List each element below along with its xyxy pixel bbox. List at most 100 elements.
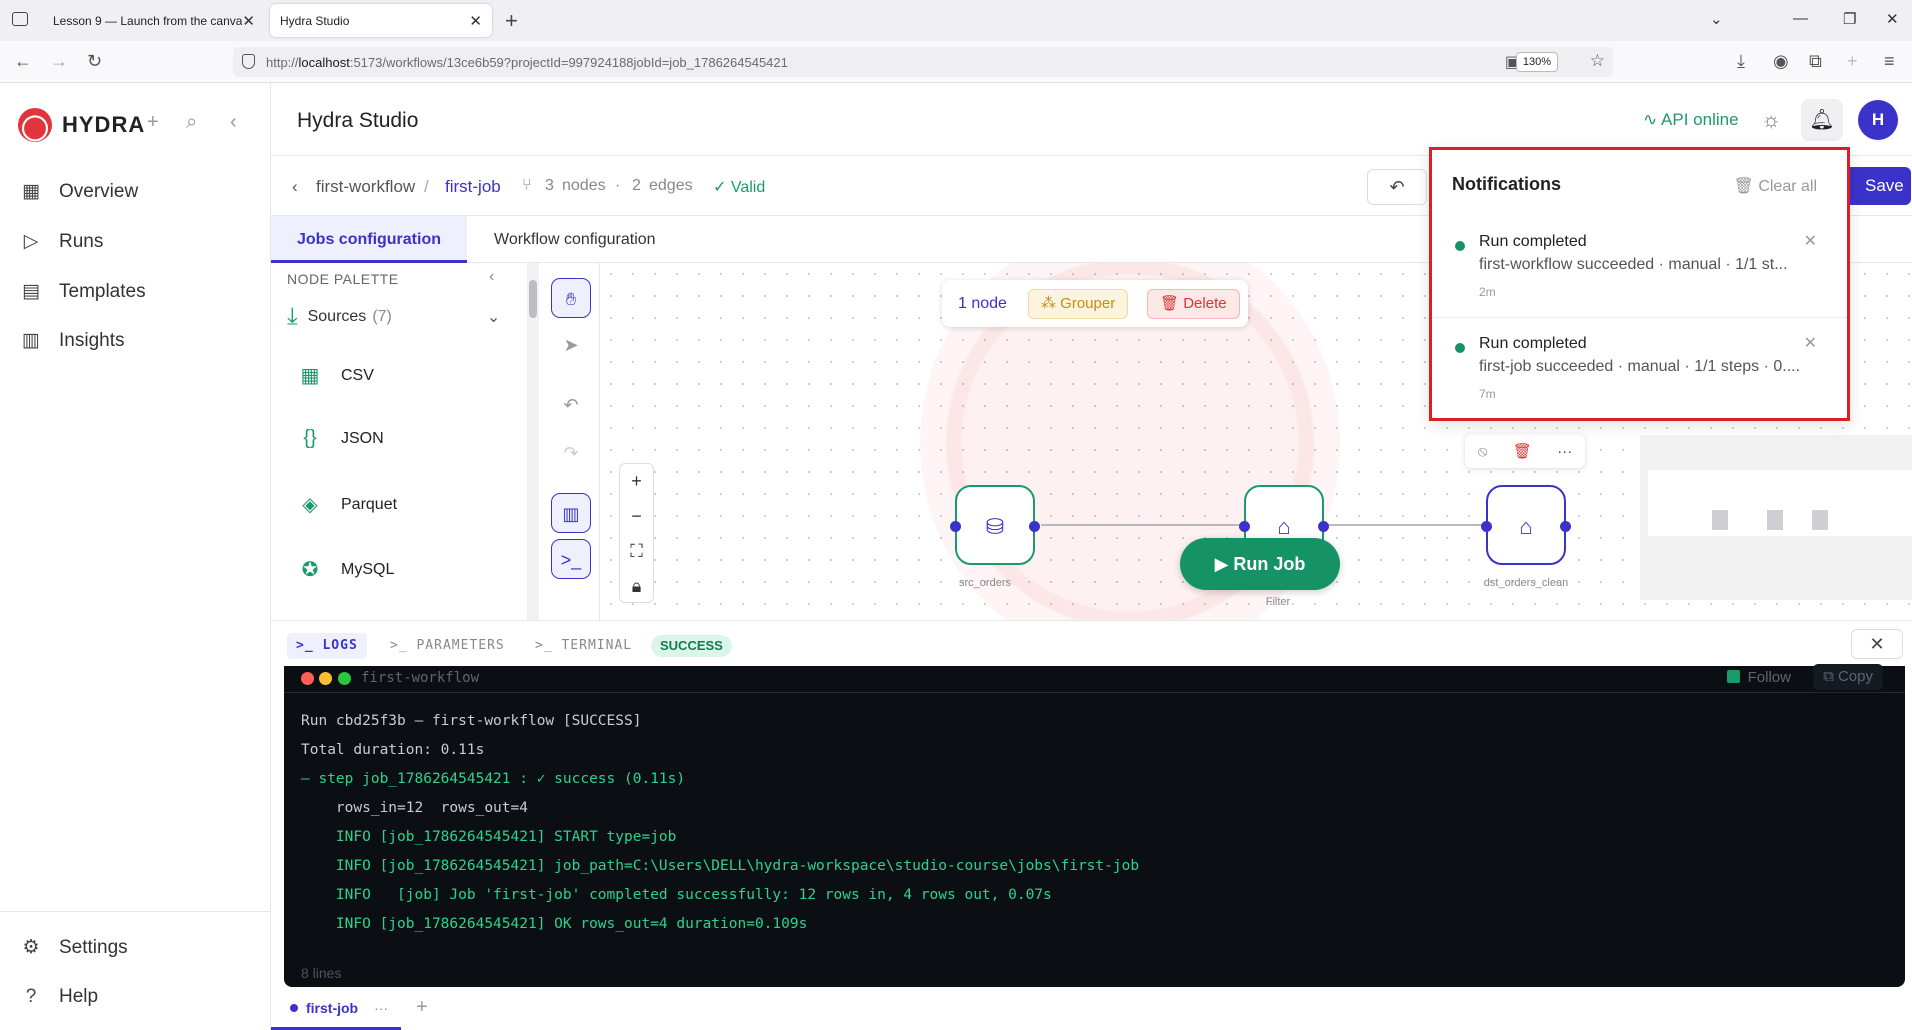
clear-all-button[interactable]: 🗑︎ Clear all bbox=[1734, 176, 1817, 196]
close-tab-icon[interactable]: ✕ bbox=[242, 12, 255, 30]
zoom-in-icon[interactable]: + bbox=[620, 464, 653, 499]
palette-section-sources[interactable]: ⤓ Sources (7) ⌄ bbox=[287, 303, 500, 331]
zoom-level[interactable]: 130% bbox=[1515, 52, 1558, 72]
output-port[interactable] bbox=[1560, 521, 1571, 532]
tab-overflow-icon[interactable]: ⌄ bbox=[1710, 10, 1723, 28]
browser-tab-lesson[interactable]: Lesson 9 — Launch from the canva ✕ bbox=[43, 4, 265, 37]
dismiss-icon[interactable]: ✕ bbox=[1804, 333, 1817, 353]
output-port[interactable] bbox=[1318, 521, 1329, 532]
select-tool-button[interactable]: ➤ bbox=[551, 325, 591, 365]
account-icon[interactable]: ◉ bbox=[1773, 51, 1789, 72]
notification-item[interactable]: Run completed first-job succeeded · manu… bbox=[1432, 317, 1847, 418]
sidebar-item-settings[interactable]: ⚙ Settings bbox=[20, 928, 127, 968]
follow-toggle[interactable]: Follow bbox=[1726, 669, 1791, 686]
sidebar-item-insights[interactable]: ▥ Insights bbox=[20, 321, 124, 361]
notification-item[interactable]: Run completed first-workflow succeeded ·… bbox=[1432, 216, 1847, 317]
tab-terminal[interactable]: >_ TERMINAL bbox=[526, 633, 641, 659]
reload-icon[interactable]: ↻ bbox=[87, 51, 102, 72]
output-port[interactable] bbox=[1029, 521, 1040, 532]
collapse-sidebar-icon[interactable]: ‹ bbox=[230, 111, 237, 134]
back-chevron-icon[interactable]: ‹ bbox=[292, 177, 298, 197]
tab-parameters[interactable]: >_ PARAMETERS bbox=[381, 633, 514, 659]
breadcrumb-parent[interactable]: first-workflow bbox=[316, 177, 415, 197]
minimap-toggle-button[interactable]: ▥ bbox=[551, 493, 591, 533]
trash-icon: 🗑︎ bbox=[1160, 295, 1184, 312]
breadcrumb-current[interactable]: first-job bbox=[445, 177, 501, 197]
sidebar-add-icon[interactable]: + bbox=[1847, 51, 1858, 72]
palette-item-parquet[interactable]: ◈ Parquet bbox=[299, 492, 397, 517]
redo-tool-button[interactable]: ↷ bbox=[551, 433, 591, 473]
brand[interactable]: HYDRA bbox=[18, 105, 145, 145]
tab-jobs-configuration[interactable]: Jobs configuration bbox=[271, 216, 467, 263]
copy-button[interactable]: ⧉ Copy bbox=[1813, 664, 1883, 690]
add-icon[interactable]: + bbox=[147, 111, 159, 134]
terminal-icon: >_ bbox=[535, 638, 562, 653]
theme-toggle-icon[interactable]: ☼ bbox=[1761, 107, 1781, 133]
add-tab-icon[interactable]: + bbox=[416, 996, 428, 1019]
sidebar-item-help[interactable]: ? Help bbox=[20, 977, 98, 1017]
back-icon[interactable]: ← bbox=[14, 51, 32, 72]
close-icon: ✕ bbox=[1869, 634, 1885, 654]
sidebar-item-templates[interactable]: ▤ Templates bbox=[20, 272, 146, 312]
browser-navbar: ← → ↻ http://localhost:5173/workflows/13… bbox=[0, 41, 1912, 83]
forward-icon[interactable]: → bbox=[50, 51, 68, 72]
terminal-toggle-button[interactable]: >_ bbox=[551, 539, 591, 579]
grouper-button[interactable]: ⁂ Grouper bbox=[1028, 289, 1129, 319]
delete-button[interactable]: 🗑︎ Delete bbox=[1147, 289, 1240, 319]
tab-workflow-configuration[interactable]: Workflow configuration bbox=[468, 216, 682, 263]
new-tab-icon[interactable]: + bbox=[505, 8, 518, 34]
sidebar-divider bbox=[0, 911, 271, 912]
job-tab-first-job[interactable]: first-job ··· bbox=[271, 987, 401, 1030]
pan-tool-button[interactable]: ✋︎ bbox=[551, 278, 591, 318]
palette-item-csv[interactable]: ▦ CSV bbox=[299, 363, 374, 388]
close-panel-button[interactable]: ✕ bbox=[1851, 629, 1903, 659]
extensions-icon[interactable]: ⧉ bbox=[1809, 51, 1822, 72]
menu-icon[interactable]: ≡ bbox=[1884, 51, 1895, 72]
tab-logs[interactable]: >_ LOGS bbox=[287, 633, 367, 659]
input-port[interactable] bbox=[950, 521, 961, 532]
more-icon[interactable]: ··· bbox=[374, 1000, 388, 1016]
browser-tab-hydra[interactable]: Hydra Studio ✕ bbox=[270, 4, 492, 37]
shield-icon[interactable] bbox=[242, 54, 255, 69]
close-tab-icon[interactable]: ✕ bbox=[469, 12, 482, 30]
more-icon[interactable]: ··· bbox=[1557, 443, 1572, 460]
search-icon[interactable]: ⌕ bbox=[186, 111, 197, 134]
close-window-icon[interactable]: ✕ bbox=[1886, 10, 1899, 28]
zoom-out-icon[interactable]: − bbox=[620, 499, 653, 534]
address-bar[interactable]: http://localhost:5173/workflows/13ce6b59… bbox=[233, 47, 1613, 77]
collapse-palette-icon[interactable]: ‹ bbox=[489, 268, 494, 286]
minimize-icon[interactable]: — bbox=[1793, 10, 1808, 27]
edge-filter-dst bbox=[1325, 524, 1486, 526]
node-src-orders[interactable]: ⛁ bbox=[950, 485, 1040, 565]
node-dst-orders-clean[interactable]: ⌂ bbox=[1481, 485, 1571, 565]
sidebar-item-runs[interactable]: ▷ Runs bbox=[20, 222, 104, 262]
restore-icon[interactable]: ❐ bbox=[1843, 10, 1856, 28]
browser-tab-title: Lesson 9 — Launch from the canva bbox=[53, 13, 243, 28]
palette-scroll-thumb[interactable] bbox=[529, 280, 537, 318]
gear-icon: ⚙ bbox=[22, 937, 40, 958]
sidebar-item-label: Insights bbox=[59, 330, 125, 351]
notifications-button[interactable]: 🔔︎ bbox=[1801, 99, 1843, 141]
bookmark-star-icon[interactable]: ☆ bbox=[1590, 51, 1605, 71]
palette-item-json[interactable]: {} JSON bbox=[299, 427, 383, 450]
save-button[interactable]: Save bbox=[1841, 167, 1911, 205]
fit-view-icon[interactable]: ⛶ bbox=[620, 534, 653, 569]
run-job-button[interactable]: ▶ Run Job bbox=[1180, 538, 1340, 590]
palette-item-mysql[interactable]: ✪ MySQL bbox=[299, 557, 395, 582]
avatar[interactable]: H bbox=[1858, 100, 1898, 140]
downloads-icon[interactable]: ⤓ bbox=[1737, 51, 1745, 72]
braces-icon: {} bbox=[303, 427, 317, 449]
tab-list-icon[interactable] bbox=[12, 12, 28, 26]
undo-tool-button[interactable]: ↶ bbox=[551, 385, 591, 425]
dismiss-icon[interactable]: ✕ bbox=[1804, 231, 1817, 251]
undo-button[interactable]: ↶ bbox=[1367, 169, 1427, 205]
lock-icon[interactable]: 🔒︎ bbox=[620, 569, 653, 604]
minimap-node bbox=[1767, 510, 1783, 530]
checkbox[interactable] bbox=[1726, 670, 1740, 683]
input-port[interactable] bbox=[1481, 521, 1492, 532]
disable-node-icon[interactable]: ⦸ bbox=[1478, 443, 1488, 460]
tab-label: LOGS bbox=[322, 638, 358, 653]
trash-icon[interactable]: 🗑︎ bbox=[1513, 442, 1532, 460]
input-port[interactable] bbox=[1239, 521, 1250, 532]
sidebar-item-overview[interactable]: ▦ Overview bbox=[20, 172, 138, 212]
